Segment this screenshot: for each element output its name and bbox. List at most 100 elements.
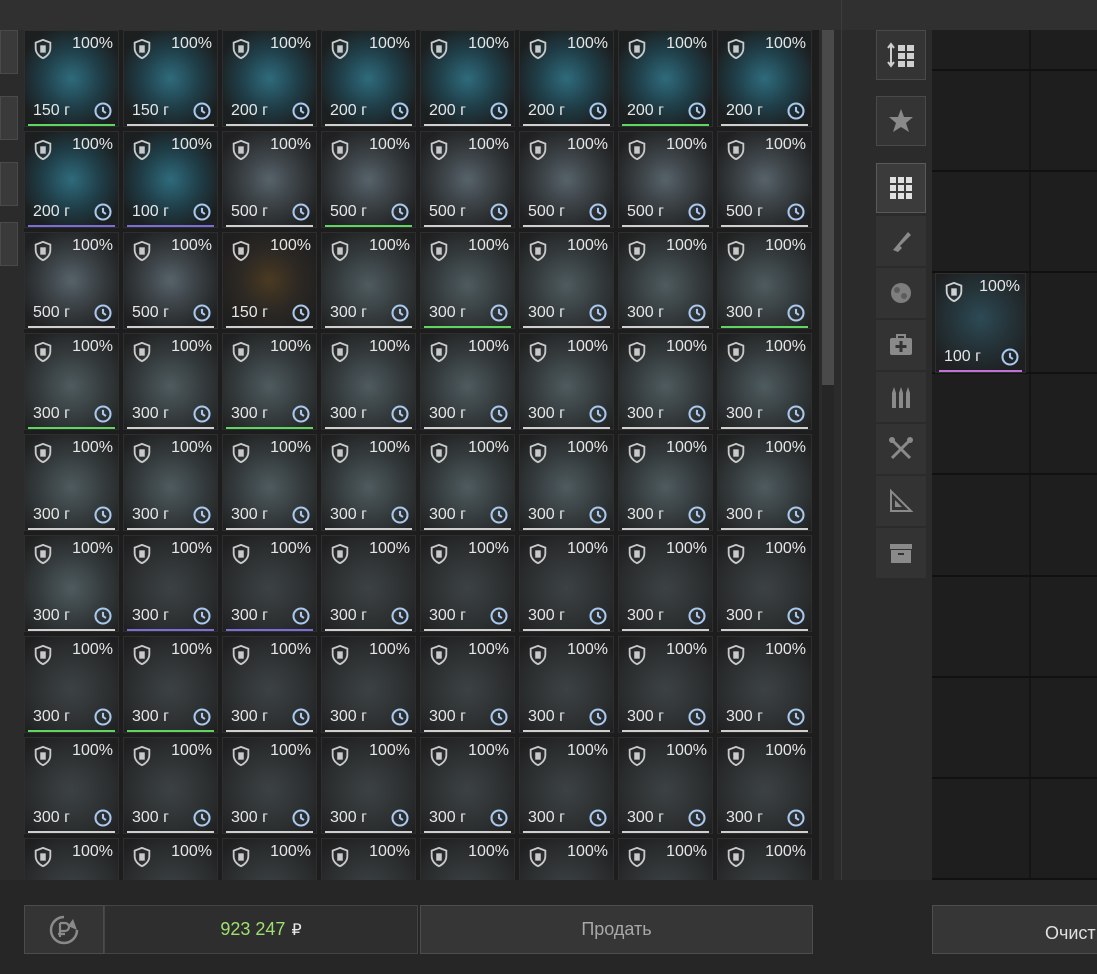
inventory-item[interactable]: 100% 300 г bbox=[717, 737, 812, 834]
inventory-item[interactable]: 100% 300 г bbox=[717, 535, 812, 632]
inventory-item[interactable]: 100% 500 г bbox=[618, 131, 713, 228]
inventory-item[interactable]: 100% 500 г bbox=[519, 131, 614, 228]
inventory-item[interactable]: 100% 150 г bbox=[222, 232, 317, 329]
inventory-item[interactable]: 100% 300 г bbox=[321, 535, 416, 632]
category-button[interactable] bbox=[876, 528, 926, 578]
shield-icon bbox=[133, 745, 151, 767]
inventory-item[interactable]: 100% bbox=[519, 838, 614, 880]
clear-button[interactable]: Очист bbox=[932, 905, 1097, 954]
inventory-item[interactable]: 100% 300 г bbox=[519, 232, 614, 329]
inventory-item[interactable]: 100% 150 г bbox=[123, 30, 218, 127]
inventory-item[interactable]: 100% 300 г bbox=[519, 434, 614, 531]
inventory-item[interactable]: 100% 300 г bbox=[618, 636, 713, 733]
item-weight: 300 г bbox=[627, 809, 664, 826]
inventory-item[interactable]: 100% bbox=[717, 838, 812, 880]
category-button[interactable] bbox=[876, 30, 926, 80]
inventory-item[interactable]: 100% 300 г bbox=[24, 737, 119, 834]
sell-button[interactable]: Продать bbox=[420, 905, 813, 954]
inventory-item[interactable]: 100% 300 г bbox=[24, 535, 119, 632]
category-button[interactable] bbox=[876, 320, 926, 370]
inventory-item[interactable]: 100% bbox=[420, 838, 515, 880]
inventory-item[interactable]: 100% 300 г bbox=[222, 535, 317, 632]
inventory-item[interactable]: 100% 300 г bbox=[321, 232, 416, 329]
inventory-item[interactable]: 100% 300 г bbox=[321, 636, 416, 733]
inventory-item[interactable]: 100% 300 г bbox=[222, 636, 317, 733]
inventory-item[interactable]: 100% 300 г bbox=[321, 333, 416, 430]
inventory-item[interactable]: 100% 300 г bbox=[420, 535, 515, 632]
inventory-item[interactable]: 100% bbox=[24, 838, 119, 880]
inventory-item[interactable]: 100% 300 г bbox=[618, 333, 713, 430]
refresh-price-button[interactable] bbox=[24, 905, 104, 954]
inventory-item[interactable]: 100% 500 г bbox=[321, 131, 416, 228]
inventory-item[interactable]: 100% 300 г bbox=[519, 333, 614, 430]
inventory-item[interactable]: 100% 500 г bbox=[420, 131, 515, 228]
category-button[interactable] bbox=[876, 216, 926, 266]
inventory-item[interactable]: 100% 500 г bbox=[717, 131, 812, 228]
category-button[interactable] bbox=[876, 163, 926, 213]
left-sidebar-button[interactable] bbox=[0, 162, 18, 206]
left-sidebar-button[interactable] bbox=[0, 96, 18, 140]
inventory-item[interactable]: 100% 300 г bbox=[519, 737, 614, 834]
inventory-item[interactable]: 100% 300 г bbox=[519, 636, 614, 733]
inventory-item[interactable]: 100% 300 г bbox=[123, 737, 218, 834]
inventory-item[interactable]: 100% 200 г bbox=[717, 30, 812, 127]
inventory-item[interactable]: 100% 100 г bbox=[123, 131, 218, 228]
category-button[interactable] bbox=[876, 424, 926, 474]
category-button[interactable] bbox=[876, 372, 926, 422]
inventory-item[interactable]: 100% 300 г bbox=[519, 535, 614, 632]
inventory-item[interactable]: 100% bbox=[321, 838, 416, 880]
clock-icon bbox=[193, 203, 211, 221]
inventory-item[interactable]: 100% 300 г bbox=[717, 333, 812, 430]
shield-icon bbox=[727, 139, 745, 161]
item-weight: 500 г bbox=[330, 203, 367, 220]
inventory-item[interactable]: 100% 300 г bbox=[123, 535, 218, 632]
inventory-item[interactable]: 100% 300 г bbox=[420, 636, 515, 733]
category-button[interactable] bbox=[876, 268, 926, 318]
clock-icon bbox=[193, 708, 211, 726]
inventory-item[interactable]: 100% 300 г bbox=[420, 232, 515, 329]
inventory-item[interactable]: 100% 300 г bbox=[618, 737, 713, 834]
sell-slot-item[interactable]: 100% 100 г bbox=[935, 273, 1026, 373]
inventory-item[interactable]: 100% 300 г bbox=[717, 434, 812, 531]
inventory-item[interactable]: 100% 300 г bbox=[123, 434, 218, 531]
inventory-item[interactable]: 100% 200 г bbox=[519, 30, 614, 127]
inventory-item[interactable]: 100% bbox=[618, 838, 713, 880]
left-sidebar-button[interactable] bbox=[0, 222, 18, 266]
inventory-item[interactable]: 100% 300 г bbox=[24, 636, 119, 733]
inventory-item[interactable]: 100% 300 г bbox=[321, 434, 416, 531]
inventory-item[interactable]: 100% 300 г bbox=[717, 232, 812, 329]
inventory-item[interactable]: 100% 150 г bbox=[24, 30, 119, 127]
inventory-item[interactable]: 100% bbox=[123, 838, 218, 880]
inventory-item[interactable]: 100% 300 г bbox=[618, 232, 713, 329]
ruble-refresh-icon bbox=[49, 915, 79, 944]
left-sidebar-button[interactable] bbox=[0, 30, 18, 74]
item-durability: 100% bbox=[765, 641, 806, 658]
inventory-item[interactable]: 100% 300 г bbox=[123, 636, 218, 733]
category-button[interactable] bbox=[876, 96, 926, 146]
inventory-item[interactable]: 100% 200 г bbox=[618, 30, 713, 127]
inventory-item[interactable]: 100% 300 г bbox=[24, 333, 119, 430]
inventory-item[interactable]: 100% 300 г bbox=[222, 333, 317, 430]
inventory-item[interactable]: 100% 200 г bbox=[222, 30, 317, 127]
inventory-item[interactable]: 100% bbox=[222, 838, 317, 880]
inventory-item[interactable]: 100% 200 г bbox=[321, 30, 416, 127]
inventory-item[interactable]: 100% 300 г bbox=[24, 434, 119, 531]
inventory-item[interactable]: 100% 500 г bbox=[123, 232, 218, 329]
inventory-item[interactable]: 100% 300 г bbox=[222, 737, 317, 834]
inventory-item[interactable]: 100% 500 г bbox=[222, 131, 317, 228]
inventory-item[interactable]: 100% 300 г bbox=[420, 737, 515, 834]
shield-icon bbox=[529, 240, 547, 262]
inventory-item[interactable]: 100% 200 г bbox=[420, 30, 515, 127]
inventory-item[interactable]: 100% 200 г bbox=[24, 131, 119, 228]
inventory-item[interactable]: 100% 300 г bbox=[420, 434, 515, 531]
inventory-item[interactable]: 100% 300 г bbox=[618, 434, 713, 531]
inventory-scrollbar-thumb[interactable] bbox=[822, 30, 834, 385]
inventory-item[interactable]: 100% 300 г bbox=[123, 333, 218, 430]
inventory-item[interactable]: 100% 500 г bbox=[24, 232, 119, 329]
inventory-item[interactable]: 100% 300 г bbox=[717, 636, 812, 733]
inventory-item[interactable]: 100% 300 г bbox=[618, 535, 713, 632]
category-button[interactable] bbox=[876, 476, 926, 526]
inventory-item[interactable]: 100% 300 г bbox=[321, 737, 416, 834]
inventory-item[interactable]: 100% 300 г bbox=[420, 333, 515, 430]
inventory-item[interactable]: 100% 300 г bbox=[222, 434, 317, 531]
